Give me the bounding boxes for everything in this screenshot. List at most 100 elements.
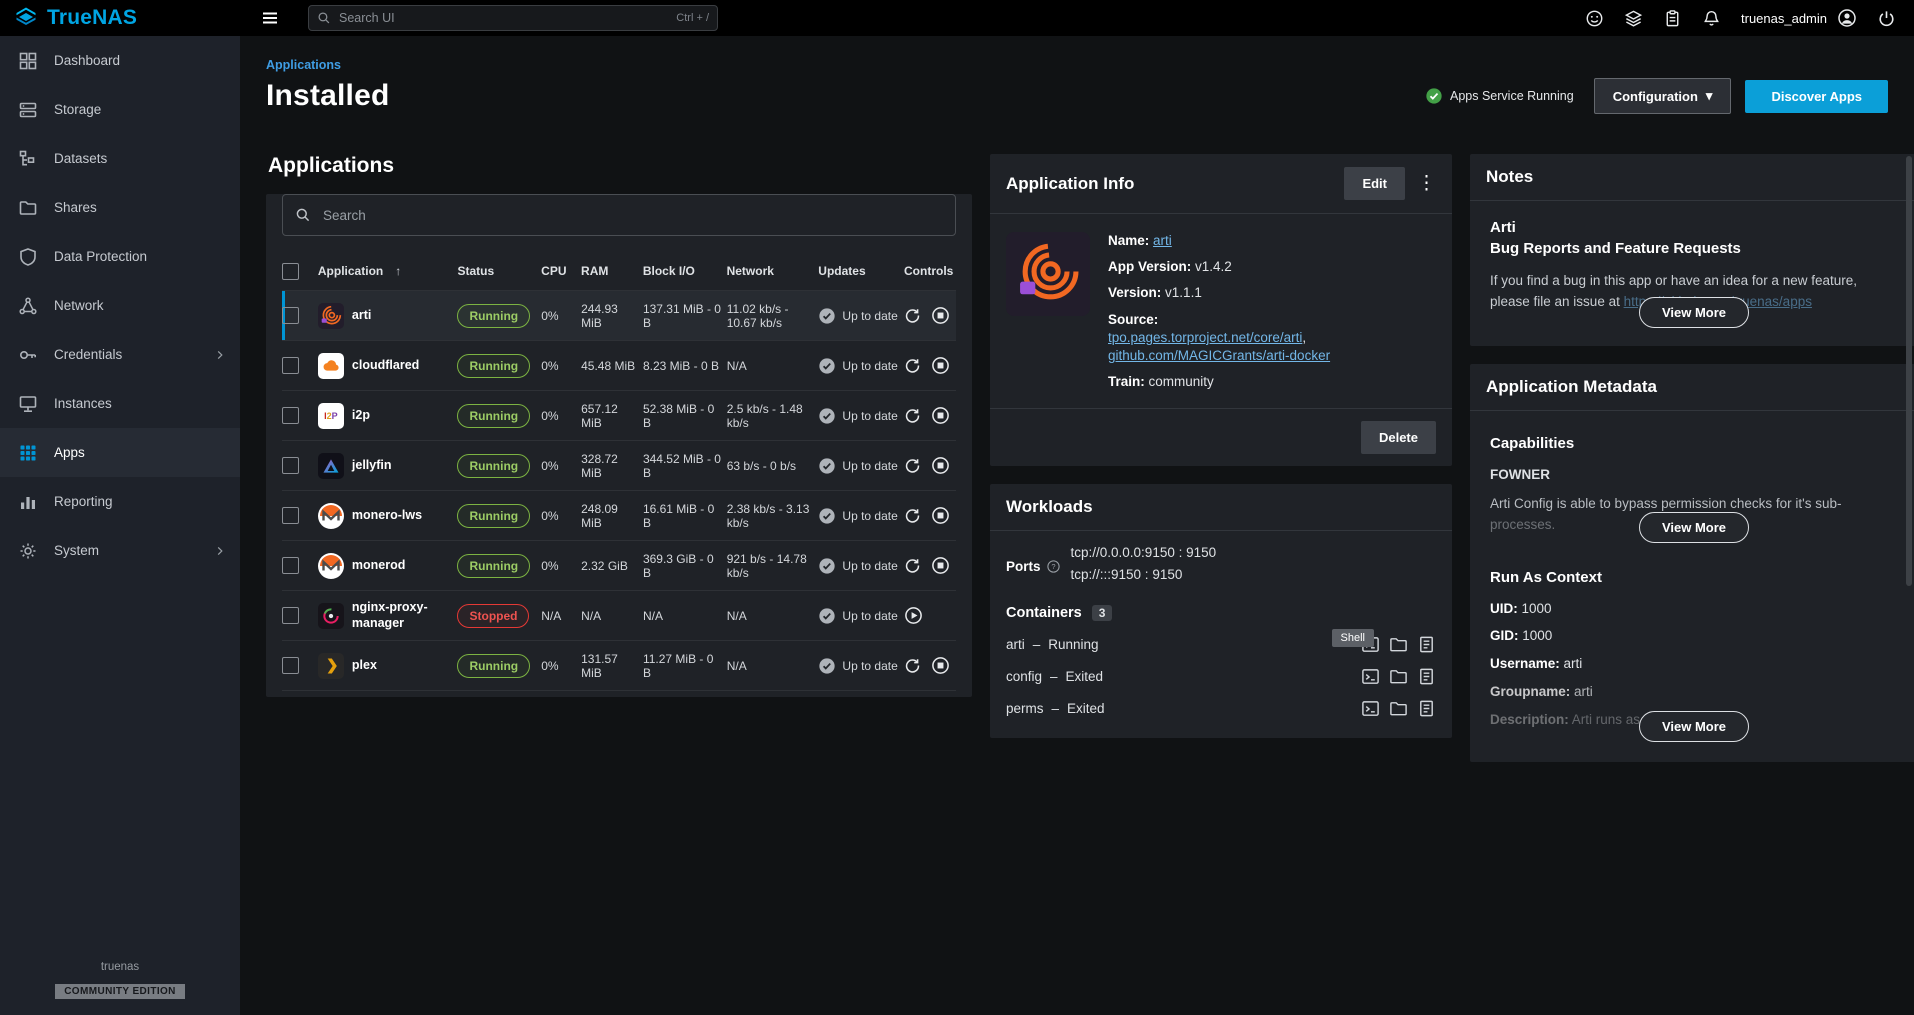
column-block-io[interactable]: Block I/O [643,264,727,278]
source-link-torproject[interactable]: tpo.pages.torproject.net/core/arti [1108,330,1302,345]
container-logs-icon[interactable] [1417,699,1436,718]
stop-button[interactable] [931,556,950,575]
monerod-app-icon [318,553,344,579]
restart-button[interactable] [904,457,921,474]
column-ram[interactable]: RAM [581,264,643,278]
app-version-value: v1.4.2 [1195,259,1232,274]
table-row-plex[interactable]: plex Running 0% 131.57 MiB 11.27 MiB - 0… [282,641,956,691]
updates-label: Up to date [842,309,897,323]
table-row-cloudflared[interactable]: cloudflared Running 0% 45.48 MiB 8.23 Mi… [282,341,956,391]
run-as-view-more-button[interactable]: View More [1639,711,1749,742]
scrollbar[interactable] [1906,36,1912,1015]
container-volumes-folder-icon[interactable] [1389,635,1408,654]
table-row-arti[interactable]: arti Running 0% 244.93 MiB 137.31 MiB - … [282,291,956,341]
row-checkbox[interactable] [282,407,299,424]
row-checkbox[interactable] [282,357,299,374]
stop-button[interactable] [931,356,950,375]
stop-button[interactable] [931,306,950,325]
menu-toggle-icon[interactable] [256,4,284,32]
sidebar-item-storage[interactable]: Storage [0,85,240,134]
feedback-icon[interactable] [1585,9,1604,28]
edit-button[interactable]: Edit [1344,167,1405,200]
up-to-date-check-icon [818,557,836,575]
table-row-i2p[interactable]: I2P i2p Running 0% 657.12 MiB 52.38 MiB … [282,391,956,441]
configuration-button[interactable]: Configuration ▾ [1594,78,1732,114]
row-checkbox[interactable] [282,507,299,524]
nginx-proxy-manager-app-icon [318,603,344,629]
restart-button[interactable] [904,507,921,524]
sidebar-item-shares[interactable]: Shares [0,183,240,232]
global-search[interactable]: Ctrl + / [308,5,718,31]
container-shell-icon[interactable] [1361,699,1380,718]
up-to-date-check-icon [818,507,836,525]
sidebar-item-datasets[interactable]: Datasets [0,134,240,183]
network-value: 11.02 kb/s - 10.67 kb/s [727,302,819,330]
restart-button[interactable] [904,307,921,324]
row-checkbox[interactable] [282,657,299,674]
table-row-nginx-proxy-manager[interactable]: nginx-proxy-manager Stopped N/A N/A N/A … [282,591,956,641]
stop-button[interactable] [931,656,950,675]
table-row-jellyfin[interactable]: jellyfin Running 0% 328.72 MiB 344.52 Mi… [282,441,956,491]
stop-button[interactable] [931,506,950,525]
kebab-menu-icon[interactable]: ⋮ [1417,174,1436,193]
status-badge: Stopped [457,604,529,628]
container-volumes-folder-icon[interactable] [1389,667,1408,686]
user-menu[interactable]: truenas_admin [1741,8,1857,28]
help-circle-icon[interactable]: ? [1046,559,1061,574]
sidebar-item-label: Reporting [54,494,113,509]
restart-button[interactable] [904,407,921,424]
sidebar-item-dashboard[interactable]: Dashboard [0,36,240,85]
applications-table-panel: Application↑ Status CPU RAM Block I/O Ne… [266,194,972,697]
breadcrumb[interactable]: Applications [266,58,1888,72]
row-checkbox[interactable] [282,457,299,474]
row-checkbox[interactable] [282,557,299,574]
restart-button[interactable] [904,557,921,574]
container-logs-icon[interactable] [1417,667,1436,686]
capabilities-view-more-button[interactable]: View More [1639,512,1749,543]
stop-button[interactable] [931,456,950,475]
status-badge: Running [457,504,530,528]
source-link-github[interactable]: github.com/MAGICGrants/arti-docker [1108,348,1330,363]
search-shortcut-hint: Ctrl + / [676,12,709,24]
notifications-bell-icon[interactable] [1702,9,1721,28]
container-shell-icon[interactable] [1361,667,1380,686]
stop-button[interactable] [931,406,950,425]
row-checkbox[interactable] [282,607,299,624]
discover-apps-button[interactable]: Discover Apps [1745,80,1888,113]
status-badge: Running [457,404,530,428]
column-application[interactable]: Application [318,264,383,278]
table-search-input[interactable] [321,207,943,224]
sidebar-item-system[interactable]: System [0,526,240,575]
sidebar-item-network[interactable]: Network [0,281,240,330]
brand[interactable]: TrueNAS [0,6,240,30]
notes-view-more-button[interactable]: View More [1639,297,1749,328]
sidebar-item-instances[interactable]: Instances [0,379,240,428]
row-checkbox[interactable] [282,307,299,324]
jobs-icon[interactable] [1624,9,1643,28]
column-status[interactable]: Status [457,264,541,278]
restart-button[interactable] [904,657,921,674]
sidebar-item-credentials[interactable]: Credentials [0,330,240,379]
sidebar-item-data-protection[interactable]: Data Protection [0,232,240,281]
table-search[interactable] [282,194,956,236]
delete-button[interactable]: Delete [1361,421,1436,454]
container-volumes-folder-icon[interactable] [1389,699,1408,718]
sidebar-item-reporting[interactable]: Reporting [0,477,240,526]
scrollbar-thumb[interactable] [1906,156,1912,586]
sidebar-item-apps[interactable]: Apps [0,428,240,477]
checklist-icon[interactable] [1663,9,1682,28]
table-row-monero-lws[interactable]: monero-lws Running 0% 248.09 MiB 16.61 M… [282,491,956,541]
select-all-checkbox[interactable] [282,263,299,280]
column-cpu[interactable]: CPU [541,264,581,278]
restart-button[interactable] [904,357,921,374]
column-updates[interactable]: Updates [818,264,904,278]
column-network[interactable]: Network [727,264,819,278]
app-name-link[interactable]: arti [1153,233,1172,248]
status-badge: Running [457,454,530,478]
container-logs-icon[interactable] [1417,635,1436,654]
start-button[interactable] [904,606,923,625]
table-row-monerod[interactable]: monerod Running 0% 2.32 GiB 369.3 GiB - … [282,541,956,591]
global-search-input[interactable] [337,10,670,26]
power-icon[interactable] [1877,9,1896,28]
application-metadata-panel: Application Metadata Capabilities FOWNER… [1470,364,1914,762]
